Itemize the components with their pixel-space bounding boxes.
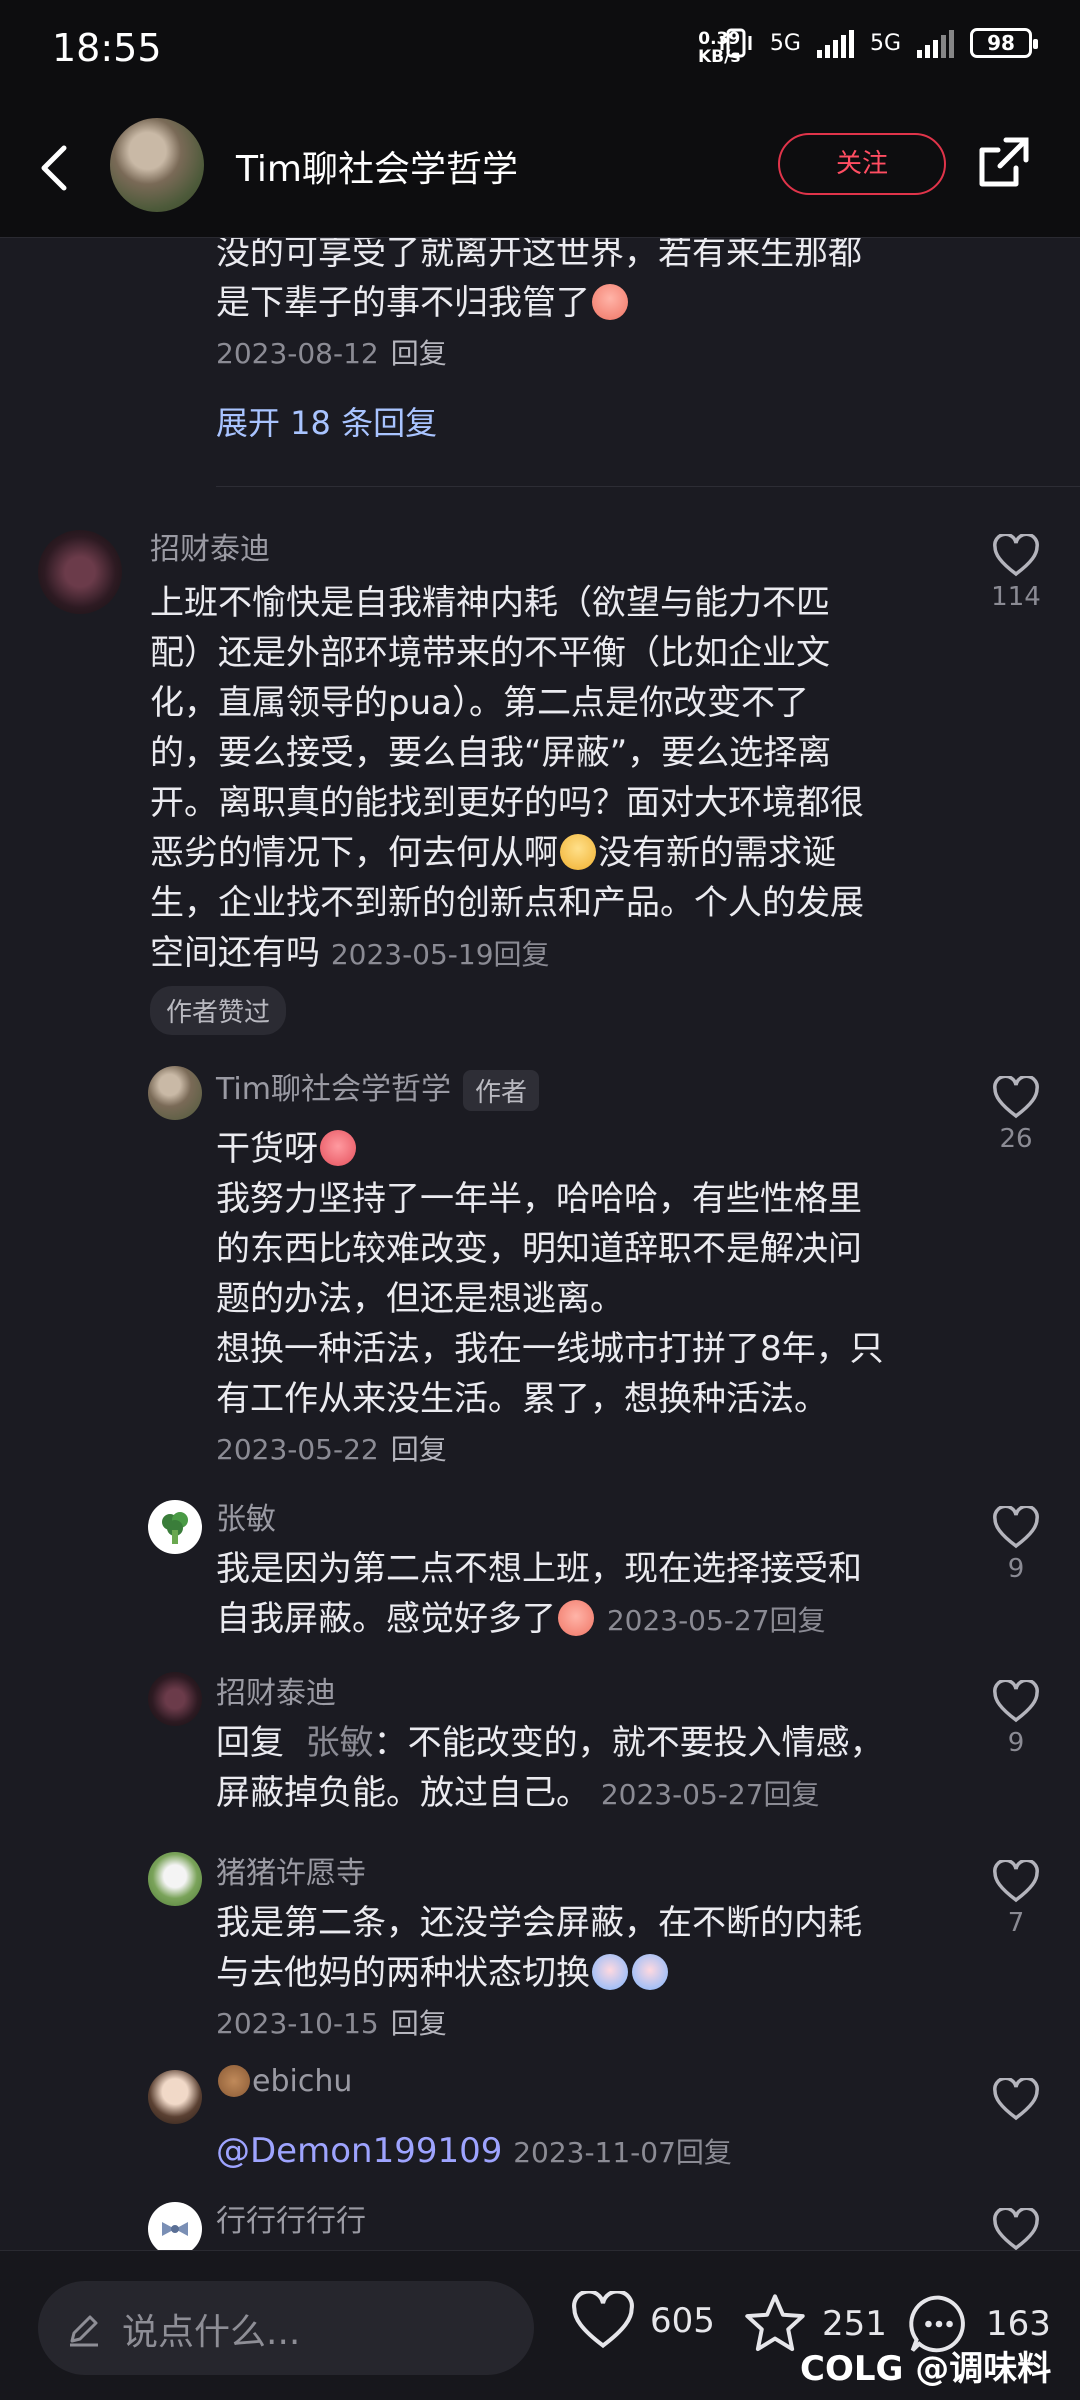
star-icon <box>745 2294 805 2352</box>
back-button[interactable] <box>34 138 74 198</box>
page-title[interactable]: Tim聊社会学哲学 <box>236 140 518 192</box>
signal-icon <box>816 28 854 58</box>
reply-author-name[interactable]: 招财泰迪 <box>216 1668 336 1712</box>
expand-replies-button[interactable]: 展开 18 条回复 <box>216 398 437 444</box>
like-count: 114 <box>991 582 1041 612</box>
peach-emoji-icon <box>558 1600 594 1636</box>
bottom-bar: 说点什么... 605 251 163 COLG @调味料 <box>0 2250 1080 2400</box>
like-button[interactable]: 7 <box>986 1860 1046 1938</box>
reply-avatar[interactable] <box>148 1500 202 1554</box>
author-tag: 作者 <box>462 1070 539 1111</box>
reply-button[interactable]: 回复 <box>391 1433 447 1466</box>
reply-text: 回复 张敏：不能改变的，就不要投入情感， 屏蔽掉负能。放过自己。 2023-05… <box>216 1723 884 1813</box>
reply-text: 我是因为第二点不想上班，现在选择接受和 自我屏蔽。感觉好多了 2023-05-2… <box>216 1549 862 1639</box>
favorite-count: 251 <box>822 2304 887 2344</box>
broccoli-icon <box>162 1512 188 1544</box>
reply-text: 我是第二条，还没学会屏蔽，在不断的内耗 与去他妈的两种状态切换 <box>216 1903 862 1993</box>
heart-icon <box>993 2208 1039 2250</box>
like-post-button[interactable]: 605 <box>570 2291 715 2351</box>
reply-author-name[interactable]: 猪猪许愿寺 <box>216 1848 366 1892</box>
top-bar: Tim聊社会学哲学 关注 <box>0 100 1080 238</box>
reply-avatar[interactable] <box>148 1852 202 1906</box>
post-like-count: 605 <box>650 2301 715 2341</box>
reply-meta: 2023-10-15 回复 <box>216 2007 447 2040</box>
reply-target[interactable]: 张敏 <box>306 1723 374 1763</box>
reply-author-name: Tim聊社会学哲学 作者 <box>216 1064 539 1111</box>
reply-avatar[interactable] <box>148 2202 202 2250</box>
heart-icon <box>993 534 1039 577</box>
reply-author-name[interactable]: 张敏 <box>216 1494 276 1538</box>
crying-emoji-icon <box>560 834 596 870</box>
heart-icon <box>993 2078 1039 2121</box>
reply-author-name[interactable]: 行行行行行 <box>216 2196 366 2240</box>
like-button[interactable]: 9 <box>986 1506 1046 1584</box>
reply-button[interactable]: 回复 <box>391 337 447 370</box>
bear-emoji-icon <box>218 2065 250 2097</box>
like-count: 9 <box>1007 1728 1025 1758</box>
heart-icon <box>993 1076 1039 1119</box>
comment-count: 163 <box>986 2304 1051 2344</box>
prev-comment-line2: 是下辈子的事不归我管了 <box>216 278 630 328</box>
comment-input[interactable]: 说点什么... <box>38 2281 534 2375</box>
status-bar: 18:55 0.39 KB/s 5G 5G 98 <box>0 0 1080 100</box>
back-arrow-icon <box>41 145 67 191</box>
heart-icon <box>993 1860 1039 1903</box>
reply-button[interactable]: 回复 <box>391 2007 447 2040</box>
heart-icon <box>993 1680 1039 1723</box>
commenter-avatar[interactable] <box>38 530 122 614</box>
heart-icon <box>572 2291 634 2349</box>
reply-avatar[interactable] <box>148 2070 202 2124</box>
status-icons: 5G 5G 98 <box>718 28 1038 58</box>
status-time: 18:55 <box>52 26 162 70</box>
like-button[interactable]: 114 <box>986 534 1046 612</box>
like-button[interactable]: 26 <box>986 1076 1046 1154</box>
reply-button[interactable]: 回复 <box>770 1604 826 1637</box>
reply-text: @Demon199109 2023-11-07回复 <box>216 2131 732 2171</box>
reply-meta: 2023-05-22 回复 <box>216 1433 447 1466</box>
author-avatar[interactable] <box>110 118 204 212</box>
crying-emoji-icon <box>592 1954 628 1990</box>
reply-author-name: ebichu <box>216 2064 352 2099</box>
like-button[interactable] <box>986 2208 1046 2250</box>
prev-comment-line1: 没的可享受了就离开这世界，若有来生那都 <box>216 238 862 273</box>
share-icon <box>979 137 1029 187</box>
like-count: 26 <box>999 1124 1033 1154</box>
comment-text: 上班不愉快是自我精神内耗（欲望与能力不匹 配）还是外部环境带来的不平衡（比如企业… <box>150 583 864 973</box>
reply-avatar[interactable] <box>148 1672 202 1726</box>
crying-emoji-icon <box>632 1954 668 1990</box>
mention-link[interactable]: @Demon199109 <box>216 2131 502 2171</box>
divider <box>216 486 1080 487</box>
network-label-1: 5G <box>769 30 801 56</box>
like-button[interactable]: 9 <box>986 1680 1046 1758</box>
battery-icon: 98 <box>970 28 1038 58</box>
signal-icon-2 <box>917 28 954 58</box>
like-count: 9 <box>1007 1554 1025 1584</box>
commenter-name[interactable]: 招财泰迪 <box>150 524 270 568</box>
like-count: 7 <box>1007 1908 1025 1938</box>
author-liked-tag: 作者赞过 <box>150 986 287 1035</box>
shocked-emoji-icon <box>592 284 628 320</box>
bow-icon <box>162 2222 188 2236</box>
vibrate-icon <box>720 28 752 58</box>
reply-button[interactable]: 回复 <box>494 938 550 971</box>
network-label-2: 5G <box>869 30 901 56</box>
reply-text: 干货呀 我努力坚持了一年半，哈哈哈，有些性格里 的东西比较难改变，明知道辞职不是… <box>216 1129 884 1419</box>
prev-comment-meta: 2023-08-12 回复 <box>216 337 447 370</box>
share-button[interactable] <box>976 134 1032 190</box>
comment-date: 2023-05-19 <box>330 938 494 971</box>
like-button[interactable] <box>986 2078 1046 2122</box>
comment-input-placeholder: 说点什么... <box>122 2312 301 2353</box>
watermark: COLG @调味料 <box>800 2349 1052 2389</box>
heart-icon <box>993 1506 1039 1549</box>
follow-button[interactable]: 关注 <box>778 133 946 195</box>
pencil-icon <box>70 2315 98 2347</box>
comment-list[interactable]: 没的可享受了就离开这世界，若有来生那都 是下辈子的事不归我管了 2023-08-… <box>0 238 1080 2250</box>
thumbs-up-emoji-icon <box>320 1130 356 1166</box>
reply-button[interactable]: 回复 <box>676 2136 732 2169</box>
reply-avatar[interactable] <box>148 1066 202 1120</box>
reply-button[interactable]: 回复 <box>764 1778 820 1811</box>
